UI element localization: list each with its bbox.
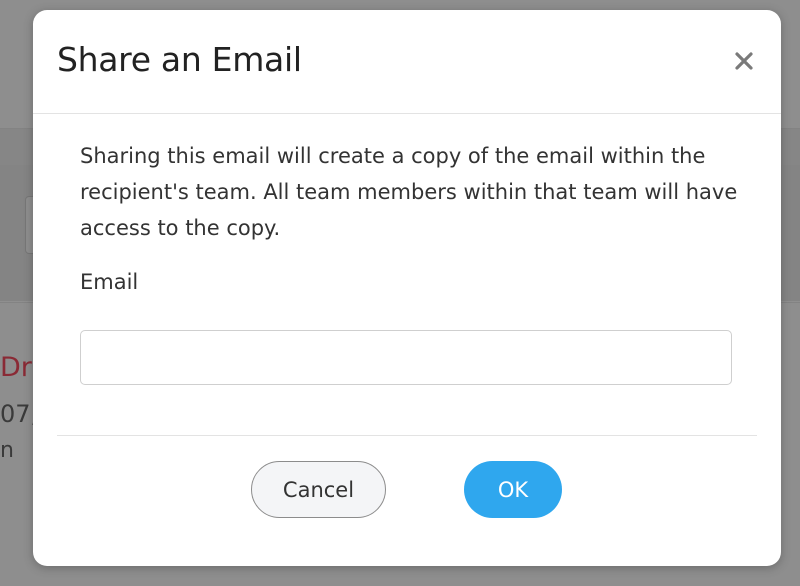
cancel-button[interactable]: Cancel [251, 461, 386, 518]
share-description: Sharing this email will create a copy of… [80, 144, 738, 240]
modal-title: Share an Email [57, 40, 302, 79]
footer-divider [57, 435, 757, 436]
modal-body: Sharing this email will create a copy of… [80, 138, 740, 294]
email-label: Email [80, 270, 139, 294]
close-button[interactable] [729, 46, 759, 76]
share-email-modal: Share an Email Sharing this email will c… [33, 10, 781, 566]
ok-button[interactable]: OK [464, 461, 562, 518]
email-input[interactable] [80, 330, 732, 385]
background-email-meta: n [0, 438, 14, 463]
modal-header: Share an Email [33, 10, 781, 114]
close-icon [735, 52, 753, 70]
